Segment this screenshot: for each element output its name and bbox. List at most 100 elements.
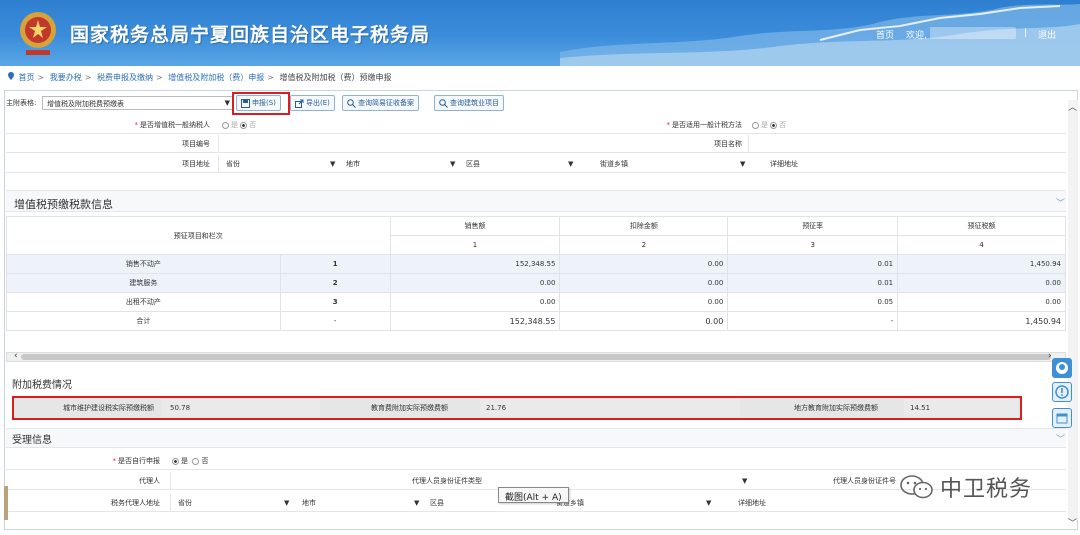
home-link[interactable]: 首页 <box>876 28 894 41</box>
sales-cell: 152,348.55 <box>389 311 561 331</box>
radio-yes[interactable] <box>172 457 179 465</box>
col-sales-header: 销售额 <box>389 216 561 236</box>
vat-section-header[interactable] <box>6 190 1066 212</box>
screenshot-tooltip: 截图(Alt + A) <box>498 487 569 503</box>
province-label: 省份 <box>178 499 192 507</box>
scroll-up-icon[interactable]: ︿ <box>1068 100 1077 113</box>
query-simple-collection-button[interactable]: 查询简易征收备案 <box>342 95 419 111</box>
col-index: 3 <box>727 235 899 255</box>
vertical-scrollbar[interactable] <box>1068 100 1078 520</box>
table-row: 销售不动产 1 152,348.55 0.00 0.01 1,450.94 <box>6 254 1066 274</box>
chevron-down-icon: ▼ <box>706 499 712 507</box>
street-select[interactable]: ▼ <box>598 494 718 512</box>
user-name-redacted <box>930 27 1016 39</box>
agent-input[interactable] <box>174 472 324 490</box>
tax-cell: 0.00 <box>897 273 1066 293</box>
col-item-header: 预征项目和栏次 <box>6 216 391 255</box>
project-no-input[interactable] <box>222 135 532 153</box>
main-form-select[interactable]: 增值税及附加税费预缴表 ▼ <box>42 96 234 110</box>
horizontal-scrollbar[interactable] <box>6 352 1066 362</box>
rate-cell: 0.01 <box>727 254 899 274</box>
radio-no[interactable] <box>240 121 248 129</box>
col-tax-header: 预征税额 <box>897 216 1066 236</box>
chevron-down-icon: ▼ <box>330 160 336 168</box>
self-declare-radio-group[interactable]: 是 否 <box>172 452 208 470</box>
query-construction-project-button[interactable]: 查询建筑业项目 <box>434 95 504 111</box>
radio-yes[interactable] <box>222 121 229 129</box>
self-declare-row: * 是否自行申报 是 否 <box>6 452 1066 470</box>
header-separator: | <box>1024 28 1028 38</box>
col-index: 4 <box>897 235 1066 255</box>
deduction-cell[interactable]: 0.00 <box>559 254 729 274</box>
vat-general-label: 是否增值税一般纳税人 <box>140 121 210 129</box>
sales-cell[interactable]: 0.00 <box>389 273 561 293</box>
vat-general-row: * 是否增值税一般纳税人 是 否 * 是否适用一般计税方法 是 否 <box>6 116 1066 134</box>
table-total-row: 合计 - 152,348.55 0.00 - 1,450.94 <box>6 311 1066 331</box>
surcharge-highlight <box>12 396 1022 420</box>
street-select[interactable]: ▼ <box>642 155 752 173</box>
export-button[interactable]: 导出(E) <box>290 95 335 111</box>
project-name-input[interactable] <box>752 135 1062 153</box>
deduction-cell: 0.00 <box>559 311 729 331</box>
tax-bureau-emblem-icon <box>20 12 56 55</box>
row-line: - <box>279 311 391 331</box>
tax-cell: 0.00 <box>897 292 1066 312</box>
breadcrumb-declare-pay[interactable]: 税费申报及缴纳 <box>97 73 153 82</box>
province-select[interactable]: ▼ <box>250 155 340 173</box>
row-name: 建筑服务 <box>6 273 281 293</box>
radio-yes[interactable] <box>752 121 759 129</box>
radio-no[interactable] <box>770 121 778 129</box>
scrollbar-thumb[interactable] <box>21 354 1051 360</box>
province-label: 省份 <box>226 160 240 168</box>
project-address-row: 项目地址 省份 ▼ 地市 ▼ 区县 ▼ 街道乡镇 ▼ 详细地址 <box>6 155 1066 173</box>
sales-cell[interactable]: 152,348.55 <box>389 254 561 274</box>
district-select[interactable]: ▼ <box>490 155 580 173</box>
search-icon <box>347 98 356 108</box>
deduction-cell[interactable]: 0.00 <box>559 292 729 312</box>
general-method-label: 是否适用一般计税方法 <box>672 121 742 129</box>
tax-cell: 1,450.94 <box>897 254 1066 274</box>
info-icon[interactable] <box>1052 382 1072 402</box>
acceptance-section-header[interactable] <box>6 428 1066 448</box>
customer-service-icon[interactable] <box>1052 358 1072 378</box>
breadcrumb-home[interactable]: 首页 <box>19 73 35 82</box>
district-label: 区县 <box>466 160 480 168</box>
tax-cell: 1,450.94 <box>897 311 1066 331</box>
province-select[interactable]: ▼ <box>202 494 292 512</box>
scroll-down-icon[interactable]: ﹀ <box>1068 516 1077 529</box>
agent-address-label: 税务代理人地址 <box>111 499 160 507</box>
deduction-cell[interactable]: 0.00 <box>559 273 729 293</box>
chevron-down-icon[interactable]: ﹀ <box>1056 432 1065 445</box>
vat-section-title: 增值税预缴税款信息 <box>14 198 113 211</box>
city-select[interactable]: ▼ <box>326 494 422 512</box>
detail-address-label: 详细地址 <box>770 160 798 168</box>
vat-general-radio-group[interactable]: 是 否 <box>222 116 256 134</box>
self-declare-label: 是否自行申报 <box>118 457 160 465</box>
city-select[interactable]: ▼ <box>370 155 460 173</box>
breadcrumb-current: 增值税及附加税（费）预缴申报 <box>279 73 392 82</box>
wechat-watermark: 中卫税务 <box>900 472 1032 502</box>
radio-no[interactable] <box>192 457 200 465</box>
export-icon <box>295 99 304 108</box>
chevron-down-icon[interactable]: ﹀ <box>1056 196 1065 209</box>
agent-id-no-label: 代理人员身份证件号 <box>833 477 896 485</box>
declare-button-highlight <box>232 92 290 115</box>
col-index: 1 <box>389 235 561 255</box>
logout-link[interactable]: 退出 <box>1038 28 1056 41</box>
breadcrumb-vat-declare[interactable]: 增值税及附加税（费）申报 <box>168 73 264 82</box>
row-name: 出租不动产 <box>6 292 281 312</box>
chevron-down-icon: ▼ <box>568 160 574 168</box>
search-icon <box>439 98 448 108</box>
chevron-down-icon: ▼ <box>742 477 748 485</box>
detail-address-input[interactable] <box>816 155 1062 173</box>
general-method-radio-group[interactable]: 是 否 <box>752 116 786 134</box>
scroll-left-icon[interactable]: ‹ <box>14 351 18 361</box>
calendar-icon[interactable] <box>1052 408 1072 428</box>
resize-handle[interactable] <box>4 486 8 520</box>
breadcrumb-my-tax[interactable]: 我要办税 <box>50 73 82 82</box>
row-line: 2 <box>279 273 391 293</box>
surcharge-section-title: 附加税费情况 <box>12 380 72 391</box>
agent-id-type-label: 代理人员身份证件类型 <box>412 477 482 485</box>
sales-cell[interactable]: 0.00 <box>389 292 561 312</box>
agent-label: 代理人 <box>139 477 160 485</box>
